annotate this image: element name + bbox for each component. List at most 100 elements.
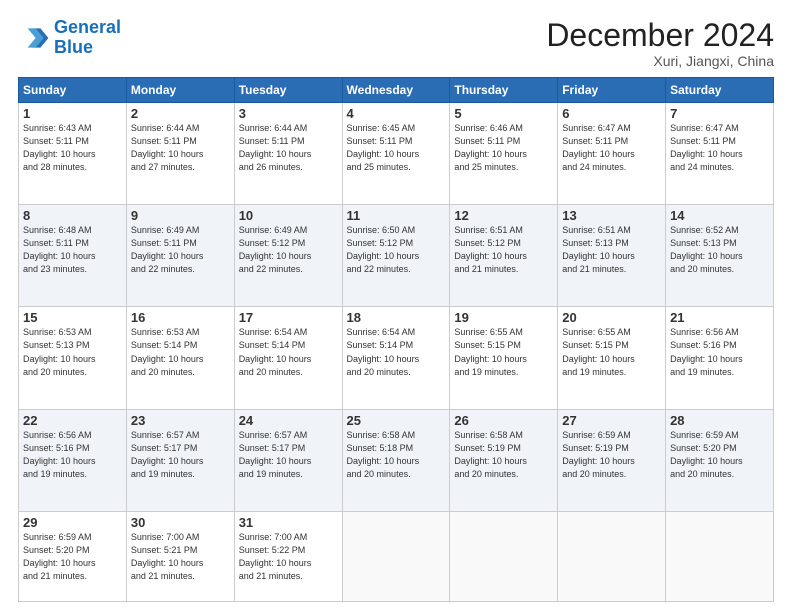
day-info: Sunrise: 6:57 AM Sunset: 5:17 PM Dayligh… [239,429,338,481]
day-number: 23 [131,413,230,428]
calendar-cell: 3Sunrise: 6:44 AM Sunset: 5:11 PM Daylig… [234,103,342,205]
calendar-cell: 10Sunrise: 6:49 AM Sunset: 5:12 PM Dayli… [234,205,342,307]
day-info: Sunrise: 6:56 AM Sunset: 5:16 PM Dayligh… [23,429,122,481]
day-number: 29 [23,515,122,530]
calendar-cell: 1Sunrise: 6:43 AM Sunset: 5:11 PM Daylig… [19,103,127,205]
day-info: Sunrise: 6:59 AM Sunset: 5:19 PM Dayligh… [562,429,661,481]
calendar-cell: 7Sunrise: 6:47 AM Sunset: 5:11 PM Daylig… [666,103,774,205]
calendar-week-row: 1Sunrise: 6:43 AM Sunset: 5:11 PM Daylig… [19,103,774,205]
day-number: 14 [670,208,769,223]
day-number: 13 [562,208,661,223]
calendar-week-row: 22Sunrise: 6:56 AM Sunset: 5:16 PM Dayli… [19,409,774,511]
calendar-week-row: 29Sunrise: 6:59 AM Sunset: 5:20 PM Dayli… [19,511,774,601]
day-info: Sunrise: 6:46 AM Sunset: 5:11 PM Dayligh… [454,122,553,174]
logo-line1: General [54,17,121,37]
calendar-cell: 19Sunrise: 6:55 AM Sunset: 5:15 PM Dayli… [450,307,558,409]
day-number: 28 [670,413,769,428]
day-info: Sunrise: 6:47 AM Sunset: 5:11 PM Dayligh… [562,122,661,174]
day-info: Sunrise: 6:51 AM Sunset: 5:12 PM Dayligh… [454,224,553,276]
calendar-week-row: 8Sunrise: 6:48 AM Sunset: 5:11 PM Daylig… [19,205,774,307]
day-info: Sunrise: 6:57 AM Sunset: 5:17 PM Dayligh… [131,429,230,481]
day-number: 12 [454,208,553,223]
calendar-cell: 11Sunrise: 6:50 AM Sunset: 5:12 PM Dayli… [342,205,450,307]
day-info: Sunrise: 6:55 AM Sunset: 5:15 PM Dayligh… [454,326,553,378]
location: Xuri, Jiangxi, China [546,53,774,69]
calendar-cell: 14Sunrise: 6:52 AM Sunset: 5:13 PM Dayli… [666,205,774,307]
day-info: Sunrise: 7:00 AM Sunset: 5:21 PM Dayligh… [131,531,230,583]
calendar-cell: 15Sunrise: 6:53 AM Sunset: 5:13 PM Dayli… [19,307,127,409]
title-block: December 2024 Xuri, Jiangxi, China [546,18,774,69]
day-number: 30 [131,515,230,530]
day-number: 2 [131,106,230,121]
day-info: Sunrise: 6:51 AM Sunset: 5:13 PM Dayligh… [562,224,661,276]
calendar-cell: 2Sunrise: 6:44 AM Sunset: 5:11 PM Daylig… [126,103,234,205]
day-info: Sunrise: 6:58 AM Sunset: 5:18 PM Dayligh… [347,429,446,481]
day-header-saturday: Saturday [666,78,774,103]
calendar-cell: 18Sunrise: 6:54 AM Sunset: 5:14 PM Dayli… [342,307,450,409]
day-number: 3 [239,106,338,121]
day-info: Sunrise: 6:49 AM Sunset: 5:12 PM Dayligh… [239,224,338,276]
logo-icon [18,22,50,54]
day-number: 25 [347,413,446,428]
logo-line2: Blue [54,37,93,57]
calendar-cell: 25Sunrise: 6:58 AM Sunset: 5:18 PM Dayli… [342,409,450,511]
calendar-cell: 9Sunrise: 6:49 AM Sunset: 5:11 PM Daylig… [126,205,234,307]
day-number: 7 [670,106,769,121]
day-number: 24 [239,413,338,428]
calendar-cell: 20Sunrise: 6:55 AM Sunset: 5:15 PM Dayli… [558,307,666,409]
day-number: 20 [562,310,661,325]
day-info: Sunrise: 6:48 AM Sunset: 5:11 PM Dayligh… [23,224,122,276]
day-header-thursday: Thursday [450,78,558,103]
logo-text: General Blue [54,18,121,58]
day-number: 19 [454,310,553,325]
day-info: Sunrise: 6:59 AM Sunset: 5:20 PM Dayligh… [23,531,122,583]
header: General Blue December 2024 Xuri, Jiangxi… [18,18,774,69]
day-number: 1 [23,106,122,121]
calendar-cell: 28Sunrise: 6:59 AM Sunset: 5:20 PM Dayli… [666,409,774,511]
day-number: 11 [347,208,446,223]
day-number: 16 [131,310,230,325]
calendar-cell: 8Sunrise: 6:48 AM Sunset: 5:11 PM Daylig… [19,205,127,307]
day-info: Sunrise: 6:55 AM Sunset: 5:15 PM Dayligh… [562,326,661,378]
day-number: 22 [23,413,122,428]
calendar-cell: 21Sunrise: 6:56 AM Sunset: 5:16 PM Dayli… [666,307,774,409]
day-number: 6 [562,106,661,121]
day-info: Sunrise: 6:43 AM Sunset: 5:11 PM Dayligh… [23,122,122,174]
day-info: Sunrise: 6:53 AM Sunset: 5:14 PM Dayligh… [131,326,230,378]
calendar-cell: 5Sunrise: 6:46 AM Sunset: 5:11 PM Daylig… [450,103,558,205]
calendar-week-row: 15Sunrise: 6:53 AM Sunset: 5:13 PM Dayli… [19,307,774,409]
calendar-cell: 23Sunrise: 6:57 AM Sunset: 5:17 PM Dayli… [126,409,234,511]
day-info: Sunrise: 6:54 AM Sunset: 5:14 PM Dayligh… [239,326,338,378]
day-info: Sunrise: 6:44 AM Sunset: 5:11 PM Dayligh… [131,122,230,174]
day-header-tuesday: Tuesday [234,78,342,103]
calendar-cell: 6Sunrise: 6:47 AM Sunset: 5:11 PM Daylig… [558,103,666,205]
calendar-cell: 22Sunrise: 6:56 AM Sunset: 5:16 PM Dayli… [19,409,127,511]
day-info: Sunrise: 7:00 AM Sunset: 5:22 PM Dayligh… [239,531,338,583]
calendar-cell: 17Sunrise: 6:54 AM Sunset: 5:14 PM Dayli… [234,307,342,409]
calendar-cell: 24Sunrise: 6:57 AM Sunset: 5:17 PM Dayli… [234,409,342,511]
calendar-cell: 12Sunrise: 6:51 AM Sunset: 5:12 PM Dayli… [450,205,558,307]
day-info: Sunrise: 6:49 AM Sunset: 5:11 PM Dayligh… [131,224,230,276]
calendar-header-row: SundayMondayTuesdayWednesdayThursdayFrid… [19,78,774,103]
calendar-cell: 4Sunrise: 6:45 AM Sunset: 5:11 PM Daylig… [342,103,450,205]
day-info: Sunrise: 6:53 AM Sunset: 5:13 PM Dayligh… [23,326,122,378]
day-number: 27 [562,413,661,428]
day-number: 5 [454,106,553,121]
day-info: Sunrise: 6:56 AM Sunset: 5:16 PM Dayligh… [670,326,769,378]
day-number: 26 [454,413,553,428]
day-header-monday: Monday [126,78,234,103]
day-info: Sunrise: 6:54 AM Sunset: 5:14 PM Dayligh… [347,326,446,378]
calendar-cell: 13Sunrise: 6:51 AM Sunset: 5:13 PM Dayli… [558,205,666,307]
calendar-cell: 27Sunrise: 6:59 AM Sunset: 5:19 PM Dayli… [558,409,666,511]
day-number: 8 [23,208,122,223]
day-number: 10 [239,208,338,223]
day-header-friday: Friday [558,78,666,103]
month-title: December 2024 [546,18,774,53]
day-info: Sunrise: 6:47 AM Sunset: 5:11 PM Dayligh… [670,122,769,174]
day-number: 15 [23,310,122,325]
day-info: Sunrise: 6:52 AM Sunset: 5:13 PM Dayligh… [670,224,769,276]
calendar-cell: 26Sunrise: 6:58 AM Sunset: 5:19 PM Dayli… [450,409,558,511]
calendar-cell: 16Sunrise: 6:53 AM Sunset: 5:14 PM Dayli… [126,307,234,409]
day-number: 9 [131,208,230,223]
day-info: Sunrise: 6:45 AM Sunset: 5:11 PM Dayligh… [347,122,446,174]
